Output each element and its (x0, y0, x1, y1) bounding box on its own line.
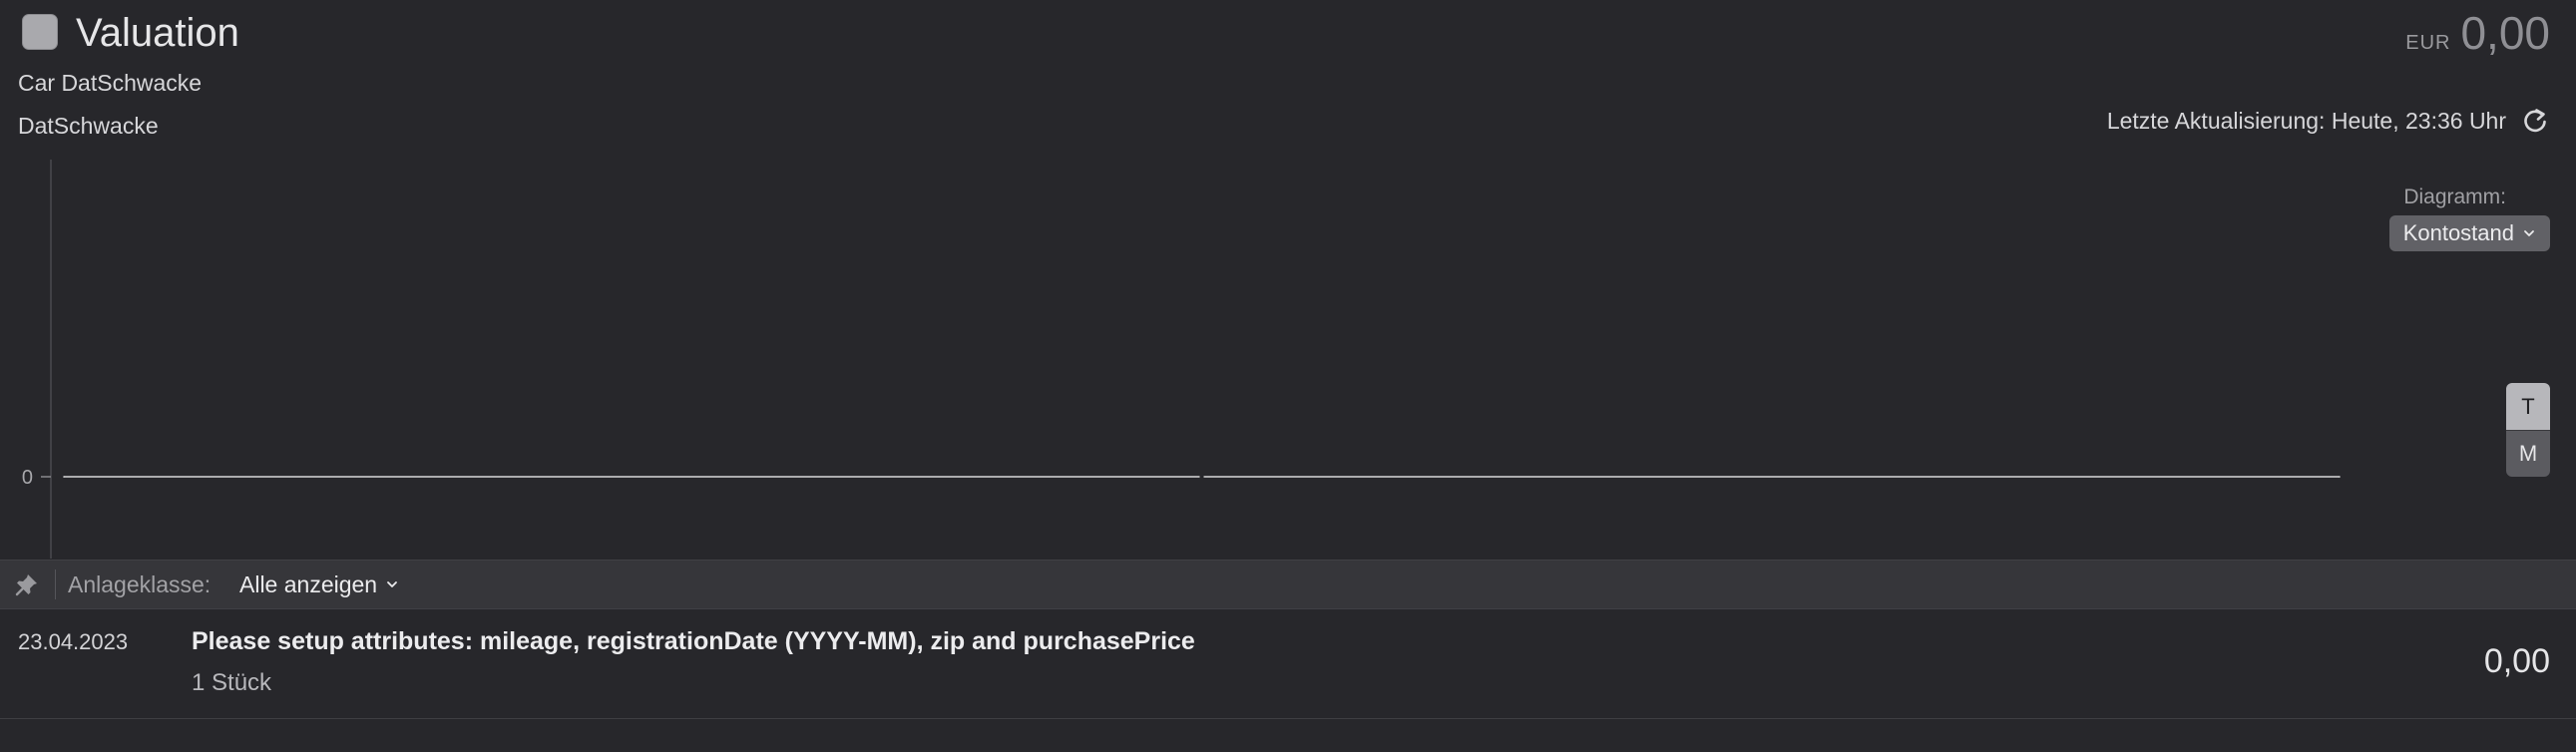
last-update: Letzte Aktualisierung: Heute, 23:36 Uhr (2107, 106, 2550, 136)
balance-currency: EUR (2405, 32, 2451, 54)
diagram-type-value: Kontostand (2402, 220, 2514, 245)
period-option-m[interactable]: M (2506, 430, 2550, 477)
transaction-title: Please setup attributes: mileage, regist… (192, 627, 1195, 655)
asset-class-select[interactable]: Alle anzeigen (239, 568, 399, 600)
series-0-point-0 (63, 476, 65, 478)
account-checkbox[interactable] (22, 14, 58, 50)
filter-bar: Anlageklasse: Alle anzeigen (0, 560, 2576, 609)
series-0-point-1 (2339, 476, 2341, 478)
transaction-row[interactable]: 23.04.2023 Please setup attributes: mile… (0, 609, 2576, 719)
transaction-amount: 0,00 (2483, 642, 2550, 680)
period-option-t[interactable]: T (2506, 383, 2550, 430)
diagram-label: Diagramm: (2403, 186, 2506, 208)
valuation-account-view: Valuation Car DatSchwacke DatSchwacke EU… (0, 0, 2576, 752)
transaction-date: 23.04.2023 (18, 629, 129, 654)
transaction-quantity: 1 Stück (192, 669, 272, 696)
chevron-down-icon (387, 581, 398, 587)
balance-amount: 0,00 (2460, 7, 2550, 59)
account-title: Valuation (76, 11, 239, 55)
filter-divider (55, 569, 56, 599)
diagram-type-select[interactable]: Kontostand (2388, 215, 2550, 251)
asset-class-value: Alle anzeigen (239, 570, 378, 597)
account-provider-name: DatSchwacke (18, 113, 159, 139)
pin-icon[interactable] (14, 571, 40, 597)
refresh-icon[interactable] (2520, 106, 2550, 136)
asset-class-label: Anlageklasse: (68, 571, 212, 597)
account-balance: EUR 0,00 (2405, 6, 2550, 60)
balance-chart: 0 (0, 160, 2576, 559)
period-toggle: T M (2506, 383, 2550, 477)
chevron-down-icon (2524, 230, 2534, 236)
chart-svg: 0 (22, 160, 2341, 559)
account-bank-name: Car DatSchwacke (18, 70, 203, 96)
y-tick-label-0: 0 (22, 467, 33, 489)
last-update-text: Letzte Aktualisierung: Heute, 23:36 Uhr (2106, 107, 2506, 134)
